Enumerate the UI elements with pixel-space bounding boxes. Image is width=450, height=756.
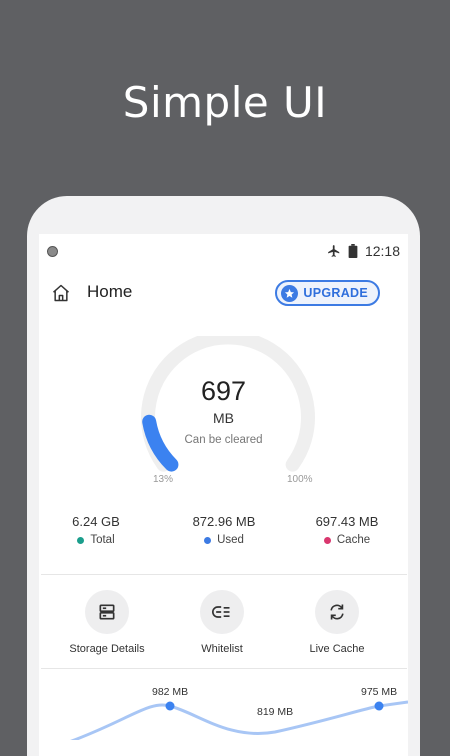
stat-value: 872.96 MB [192, 514, 256, 529]
stat-label-row: Total [41, 534, 151, 546]
divider [41, 668, 407, 669]
stat-cache: 697.43 MB Cache [292, 514, 402, 546]
status-right: 12:18 [327, 243, 400, 259]
app-bar: Home UPGRADE [39, 278, 408, 314]
mini-chart-point [374, 701, 384, 711]
live-cache-button[interactable]: Live Cache [282, 590, 392, 655]
used-dot-icon [204, 536, 212, 544]
action-label: Whitelist [201, 643, 243, 655]
upgrade-button[interactable]: UPGRADE [275, 280, 380, 306]
mini-chart-point [165, 701, 175, 711]
action-circle [315, 590, 359, 634]
headline: Simple UI [122, 78, 328, 127]
camera-dot-icon [47, 246, 58, 257]
storage-details-button[interactable]: Storage Details [52, 590, 162, 655]
stat-label-row: Used [169, 534, 279, 546]
total-dot-icon [77, 536, 85, 544]
app-screen: 12:18 Home UPGRADE 697 MB Can be cleared… [39, 234, 408, 756]
whitelist-button[interactable]: Whitelist [167, 590, 277, 655]
action-label: Live Cache [309, 643, 365, 655]
home-icon[interactable] [51, 283, 71, 303]
page-title: Home [87, 282, 133, 301]
action-circle [200, 590, 244, 634]
battery-icon [348, 244, 358, 258]
star-icon [281, 284, 299, 302]
gauge-min-label: 13% [153, 474, 174, 485]
airplane-icon [328, 245, 340, 257]
gauge-max-label: 100% [287, 474, 313, 485]
gauge-caption: Can be cleared [184, 434, 263, 446]
divider [41, 574, 407, 575]
upgrade-label: UPGRADE [303, 286, 368, 300]
stat-value: 6.24 GB [72, 514, 120, 529]
action-label: Storage Details [69, 643, 145, 655]
storage-icon [99, 604, 115, 620]
status-bar: 12:18 [39, 234, 408, 270]
gauge-value: 697 [200, 376, 247, 406]
stat-label: Total [90, 534, 115, 546]
cache-dot-icon [323, 536, 331, 544]
phone-frame: 12:18 Home UPGRADE 697 MB Can be cleared… [27, 196, 420, 756]
stat-value: 697.43 MB [315, 514, 379, 529]
gauge-unit: MB [213, 410, 234, 426]
action-circle [85, 590, 129, 634]
stat-label: Cache [336, 534, 371, 546]
whitelist-icon [212, 606, 230, 618]
refresh-icon [330, 604, 344, 620]
stat-used: 872.96 MB Used [169, 514, 279, 546]
mini-chart-line [70, 700, 408, 740]
status-time: 12:18 [364, 243, 400, 259]
stat-label-row: Cache [292, 534, 402, 546]
usage-mini-chart [70, 700, 408, 740]
stat-total: 6.24 GB Total [41, 514, 151, 546]
stat-label: Used [217, 534, 244, 546]
